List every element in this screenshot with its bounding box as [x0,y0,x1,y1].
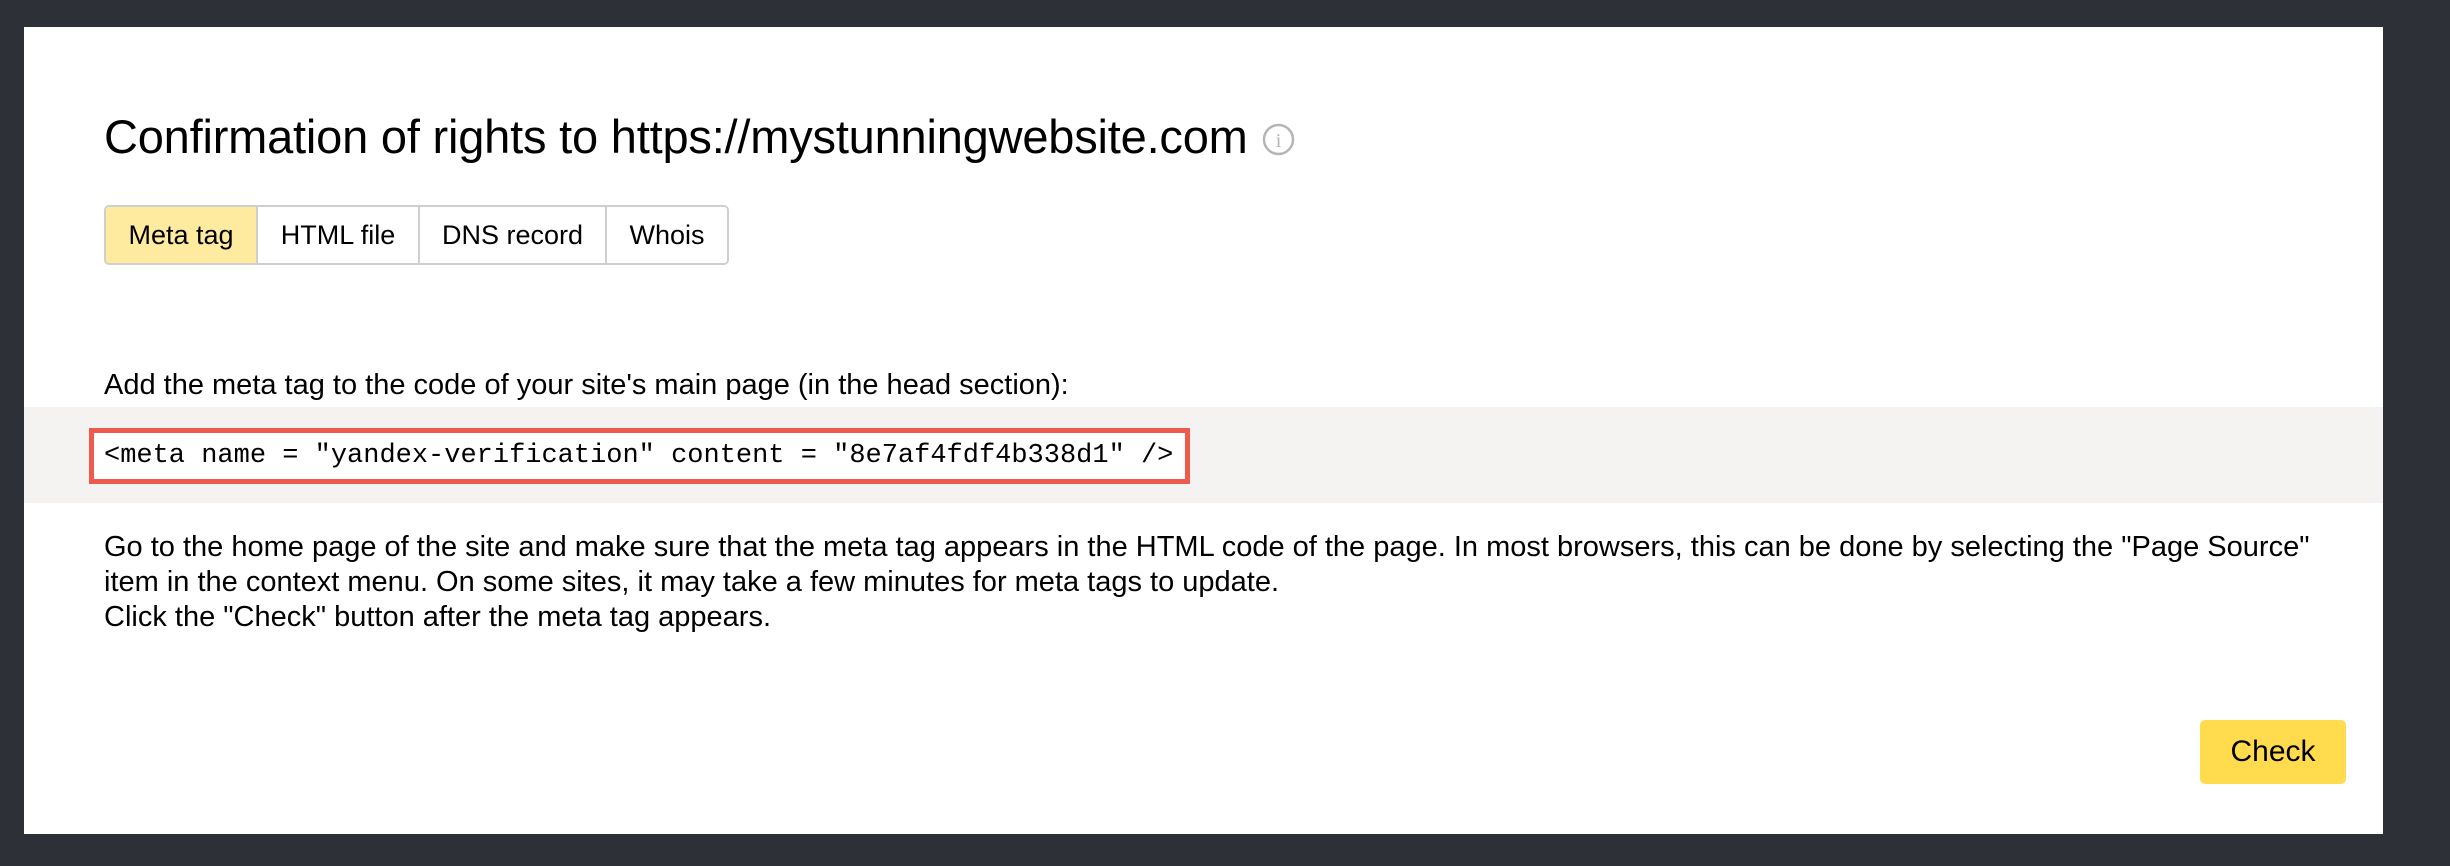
instruction-text: Add the meta tag to the code of your sit… [104,369,1069,401]
description: Go to the home page of the site and make… [104,530,2344,635]
page-title: Confirmation of rights to https://mystun… [104,110,1248,163]
verification-method-tabs: Meta tag HTML file DNS record Whois [104,205,729,265]
check-button[interactable]: Check [2200,720,2346,784]
tab-whois[interactable]: Whois [607,207,727,263]
verification-panel: Confirmation of rights to https://mystun… [24,27,2383,834]
info-icon[interactable]: i [1262,123,1295,156]
tab-meta-tag[interactable]: Meta tag [106,207,258,263]
meta-tag-code[interactable]: <meta name = "yandex-verification" conte… [89,428,1191,484]
info-icon-glyph: i [1275,130,1281,152]
tab-html-file[interactable]: HTML file [258,207,420,263]
description-check-hint: Click the "Check" button after the meta … [104,601,771,633]
code-band: <meta name = "yandex-verification" conte… [24,407,2383,503]
title-row: Confirmation of rights to https://mystun… [104,109,1295,164]
tab-dns-record[interactable]: DNS record [420,207,607,263]
description-paragraph: Go to the home page of the site and make… [104,531,2310,598]
